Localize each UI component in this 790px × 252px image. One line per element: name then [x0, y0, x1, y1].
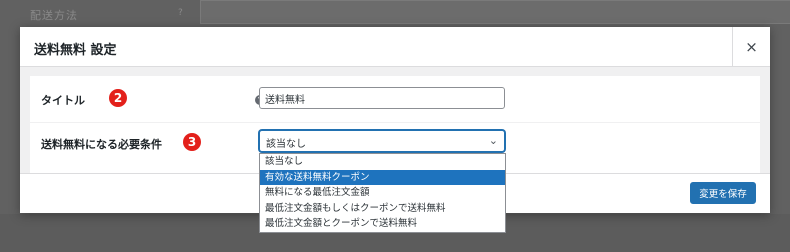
title-step-badge: 2: [109, 89, 127, 107]
save-changes-button[interactable]: 変更を保存: [690, 182, 756, 204]
modal-title: 送料無料 設定: [34, 43, 117, 58]
background-label: 配送方法: [30, 9, 78, 22]
modal-header: 送料無料 設定 ×: [20, 27, 770, 67]
chevron-down-icon: ⌄: [488, 134, 498, 147]
title-label: タイトル: [41, 94, 85, 107]
dropdown-option-coupon[interactable]: 有効な送料無料クーポン: [260, 169, 505, 185]
requires-dropdown-list: 該当なし 有効な送料無料クーポン 無料になる最低注文金額 最低注文金額もしくはク…: [259, 153, 506, 233]
background-field: [200, 0, 790, 24]
dropdown-option-min-amount[interactable]: 無料になる最低注文金額: [260, 185, 505, 201]
requires-label: 送料無料になる必要条件: [41, 138, 162, 151]
requires-select[interactable]: 該当なし ⌄: [259, 130, 505, 152]
title-input[interactable]: [259, 87, 505, 109]
dropdown-option-min-amount-or-coupon[interactable]: 最低注文金額もしくはクーポンで送料無料: [260, 201, 505, 217]
requires-select-value: 該当なし: [266, 139, 306, 150]
requires-step-badge: 3: [183, 133, 201, 151]
background-help-icon: ?: [178, 8, 183, 18]
close-icon[interactable]: ×: [732, 27, 770, 67]
dropdown-option-min-amount-and-coupon[interactable]: 最低注文金額とクーポンで送料無料: [260, 216, 505, 232]
row-divider: [30, 122, 760, 123]
dropdown-option-none[interactable]: 該当なし: [260, 154, 505, 170]
